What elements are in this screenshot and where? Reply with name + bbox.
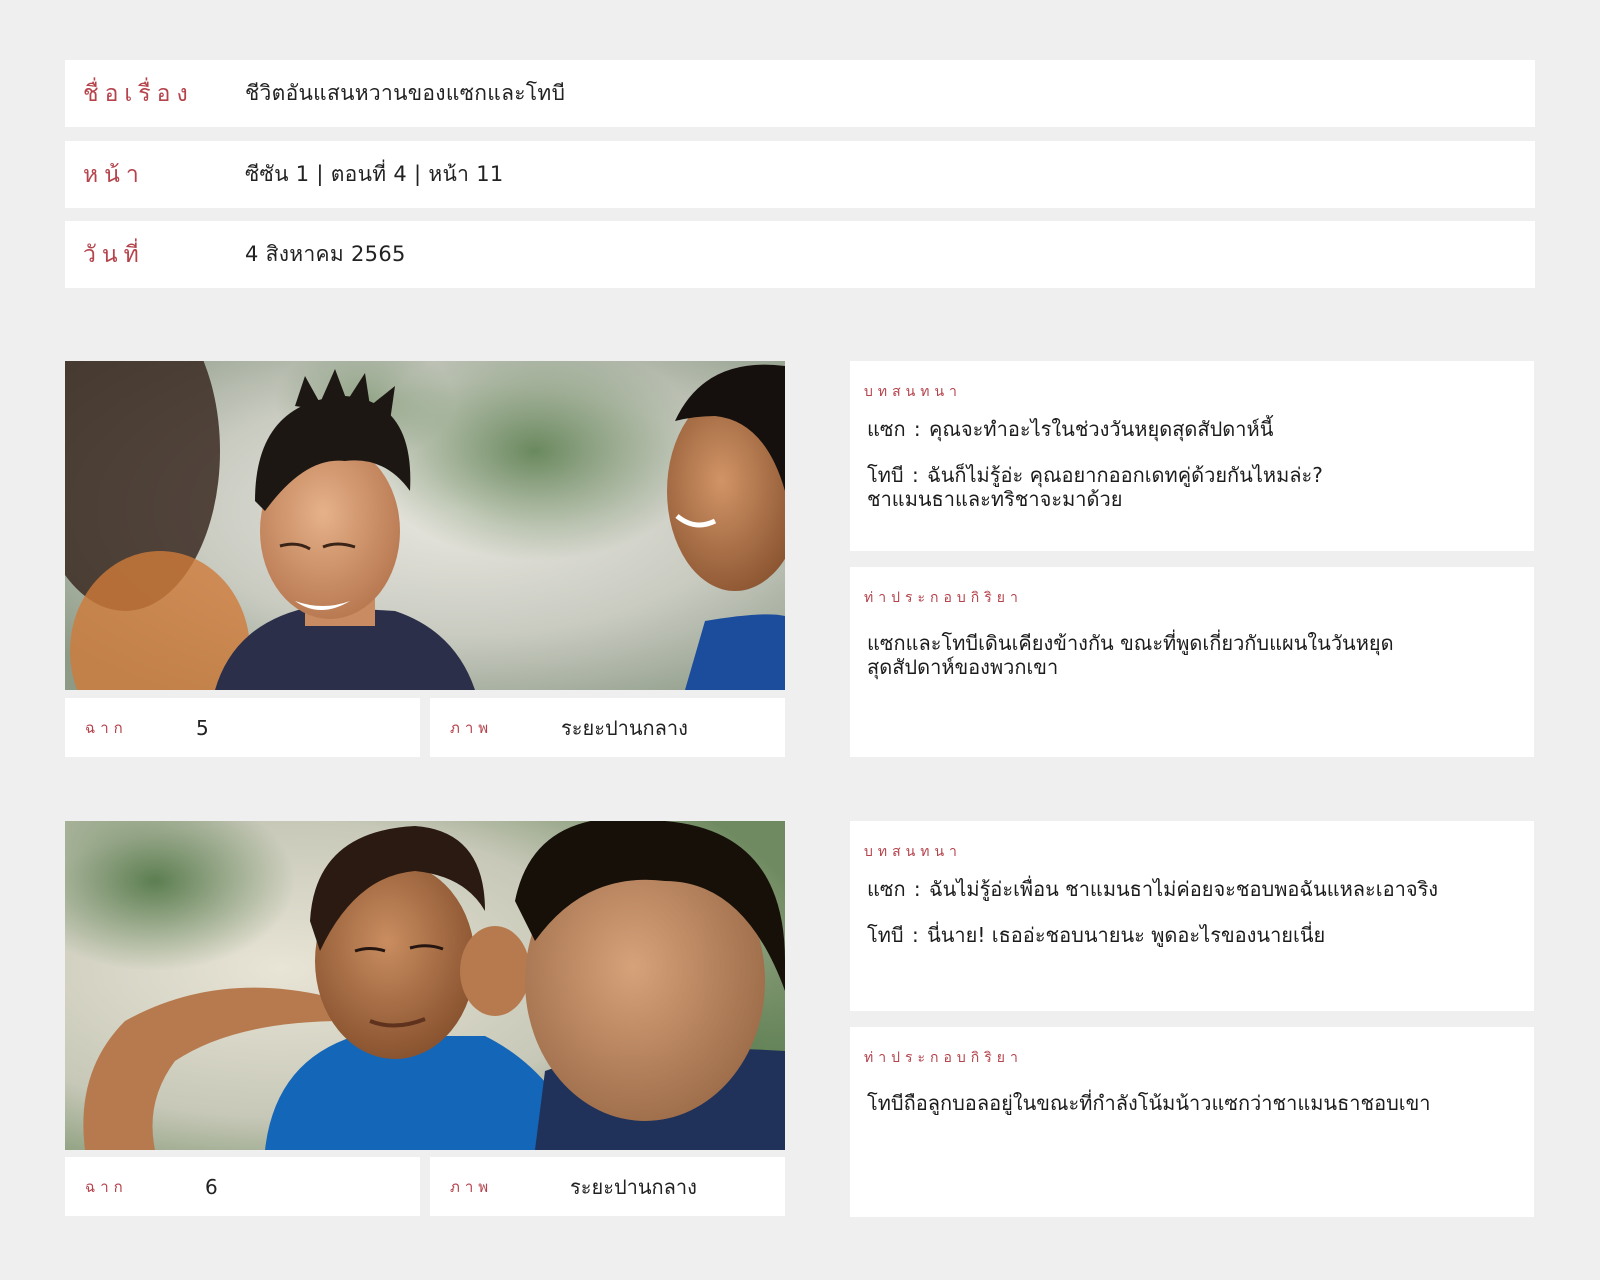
meta-page-row: หน้า ซีซัน 1 | ตอนที่ 4 | หน้า 11 — [65, 141, 1535, 208]
action-label: ท่าประกอบกิริยา — [864, 1050, 1023, 1066]
scene-5-number-box: ฉาก 5 — [65, 698, 420, 757]
scene-number: 6 — [205, 1174, 218, 1199]
action-text: แซกและโทบีเดินเคียงข้างกัน ขณะที่พูดเกี่… — [864, 631, 1447, 679]
scene-6-number-box: ฉาก 6 — [65, 1157, 420, 1216]
action-line: โทบีถือลูกบอลอยู่ในขณะที่กำลังโน้มน้าวแซ… — [867, 1091, 1431, 1115]
scene-6-action-panel: ท่าประกอบกิริยา โทบีถือลูกบอลอยู่ในขณะที… — [850, 1027, 1534, 1217]
scene-6-shot-box: ภาพ ระยะปานกลาง — [430, 1157, 785, 1216]
scene-5-shot-box: ภาพ ระยะปานกลาง — [430, 698, 785, 757]
page-value: ซีซัน 1 | ตอนที่ 4 | หน้า 11 — [245, 162, 504, 186]
action-text: โทบีถือลูกบอลอยู่ในขณะที่กำลังโน้มน้าวแซ… — [864, 1091, 1520, 1115]
shot-value: ระยะปานกลาง — [561, 715, 688, 740]
dialogue-text: นี่นาย! เธออ่ะชอบนายนะ พูดอะไรของนายเนี่… — [927, 923, 1326, 947]
meta-date-row: วันที่ 4 สิงหาคม 2565 — [65, 221, 1535, 288]
date-value: 4 สิงหาคม 2565 — [245, 242, 406, 266]
speaker-name: โทบี — [867, 463, 904, 487]
dialogue-label: บทสนทนา — [864, 844, 962, 860]
shot-label: ภาพ — [450, 1177, 494, 1196]
scene-number: 5 — [196, 715, 209, 740]
scene-5-photo — [65, 361, 785, 690]
speaker-name: แซก — [867, 417, 906, 441]
dialogue-text-cont: ชาแมนธาและทริชาจะมาด้วย — [867, 487, 1123, 511]
dialogue-line: โทบี : นี่นาย! เธออ่ะชอบนายนะ พูดอะไรของ… — [867, 923, 1326, 947]
scene-label: ฉาก — [85, 718, 128, 737]
shot-value: ระยะปานกลาง — [570, 1174, 697, 1199]
scene-label: ฉาก — [85, 1177, 128, 1196]
scene-6-photo — [65, 821, 785, 1150]
action-label: ท่าประกอบกิริยา — [864, 590, 1023, 606]
title-label: ชื่อเรื่อง — [83, 80, 194, 107]
meta-title-row: ชื่อเรื่อง ชีวิตอันแสนหวานของแซกและโทบี — [65, 60, 1535, 127]
dialogue-line: โทบี : ฉันก็ไม่รู้อ่ะ คุณอยากออกเดทคู่ด้… — [867, 463, 1323, 511]
date-label: วันที่ — [83, 241, 145, 268]
dialogue-text: คุณจะทำอะไรในช่วงวันหยุดสุดสัปดาห์นี้ — [929, 417, 1274, 441]
scene-5-action-panel: ท่าประกอบกิริยา แซกและโทบีเดินเคียงข้างก… — [850, 567, 1534, 757]
dialogue-text: ฉันก็ไม่รู้อ่ะ คุณอยากออกเดทคู่ด้วยกันไห… — [927, 463, 1323, 487]
action-line: สุดสัปดาห์ของพวกเขา — [867, 655, 1059, 679]
action-line: แซกและโทบีเดินเคียงข้างกัน ขณะที่พูดเกี่… — [867, 631, 1394, 655]
scene-6-dialogue-panel: บทสนทนา แซก : ฉันไม่รู้อ่ะเพื่อน ชาแมนธา… — [850, 821, 1534, 1011]
speaker-name: โทบี — [867, 923, 904, 947]
shot-label: ภาพ — [450, 718, 494, 737]
title-value: ชีวิตอันแสนหวานของแซกและโทบี — [245, 81, 566, 105]
dialogue-text: ฉันไม่รู้อ่ะเพื่อน ชาแมนธาไม่ค่อยจะชอบพอ… — [929, 877, 1439, 901]
scene-5-dialogue-panel: บทสนทนา แซก : คุณจะทำอะไรในช่วงวันหยุดสุ… — [850, 361, 1534, 551]
dialogue-line: แซก : ฉันไม่รู้อ่ะเพื่อน ชาแมนธาไม่ค่อยจ… — [867, 877, 1439, 901]
page-label: หน้า — [83, 161, 145, 188]
speaker-name: แซก — [867, 877, 906, 901]
dialogue-line: แซก : คุณจะทำอะไรในช่วงวันหยุดสุดสัปดาห์… — [867, 417, 1274, 441]
dialogue-label: บทสนทนา — [864, 384, 962, 400]
